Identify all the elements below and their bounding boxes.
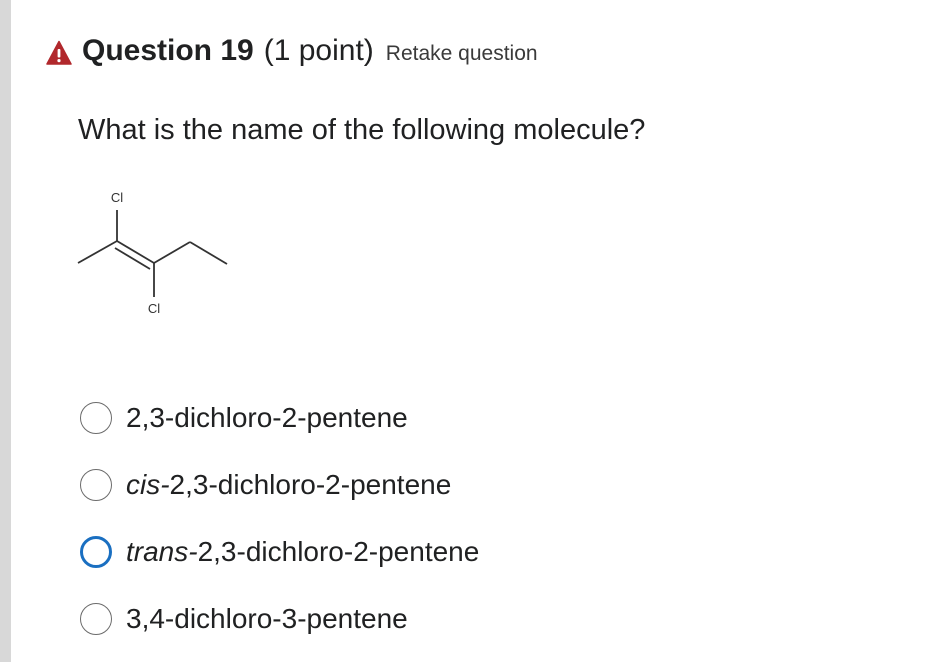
retake-question-link[interactable]: Retake question <box>386 42 538 66</box>
option-3[interactable]: trans-2,3-dichloro-2-pentene <box>80 518 479 585</box>
radio-button[interactable] <box>80 602 112 635</box>
option-4[interactable]: 3,4-dichloro-3-pentene <box>80 585 479 652</box>
atom-label-cl-top: Cl <box>111 190 123 205</box>
option-label: 3,4-dichloro-3-pentene <box>126 602 408 634</box>
option-2[interactable]: cis-2,3-dichloro-2-pentene <box>80 451 479 518</box>
left-scroll-track <box>0 0 11 662</box>
bond-c3-c4 <box>153 241 191 264</box>
question-title: Question 19 <box>82 34 254 67</box>
radio-button[interactable] <box>80 468 112 501</box>
radio-button[interactable] <box>80 401 112 434</box>
molecule-structure-image: Cl Cl <box>70 185 240 335</box>
option-label: 2,3-dichloro-2-pentene <box>126 401 408 433</box>
question-points: (1 point) <box>263 34 374 67</box>
option-1[interactable]: 2,3-dichloro-2-pentene <box>80 384 479 451</box>
option-label: trans-2,3-dichloro-2-pentene <box>126 535 480 567</box>
question-header: Question 19 (1 point) Retake question <box>46 34 538 68</box>
radio-button-focused[interactable] <box>80 535 112 568</box>
bond-c1-c2 <box>77 240 118 264</box>
atom-label-cl-bottom: Cl <box>148 301 160 316</box>
answer-options: 2,3-dichloro-2-pentene cis-2,3-dichloro-… <box>80 384 479 652</box>
option-label: cis-2,3-dichloro-2-pentene <box>126 468 452 500</box>
warning-icon <box>46 40 72 65</box>
question-prompt: What is the name of the following molecu… <box>78 114 646 146</box>
bond-c4-c5 <box>189 241 228 265</box>
